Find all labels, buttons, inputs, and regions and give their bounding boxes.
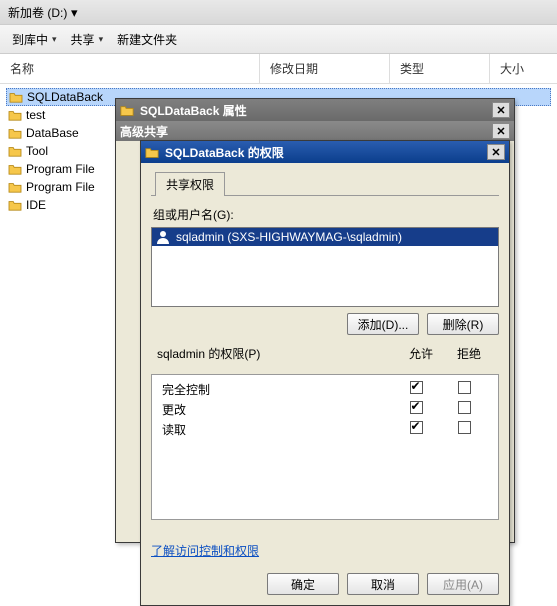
cancel-button[interactable]: 取消 [347, 573, 419, 595]
permissions-titlebar: SQLDataBack 的权限 ✕ [141, 141, 509, 163]
explorer-toolbar: 到库中 共享 新建文件夹 [0, 24, 557, 54]
file-name: Program File [26, 162, 95, 176]
tab-row: 共享权限 [151, 171, 499, 196]
col-type[interactable]: 类型 [390, 54, 490, 83]
learn-link[interactable]: 了解访问控制和权限 [151, 542, 259, 559]
close-icon[interactable]: ✕ [492, 102, 510, 118]
folder-icon [8, 163, 22, 175]
deny-checkbox[interactable] [458, 381, 471, 394]
folder-icon [8, 181, 22, 193]
deny-checkbox[interactable] [458, 421, 471, 434]
add-button[interactable]: 添加(D)... [347, 313, 419, 335]
explorer-title: 新加卷 (D:) ▾ [0, 0, 557, 24]
share-button[interactable]: 共享 [67, 29, 108, 50]
users-listbox[interactable]: sqladmin (SXS-HIGHWAYMAG-\sqladmin) [151, 227, 499, 307]
close-icon[interactable]: ✕ [487, 144, 505, 160]
permissions-dialog: SQLDataBack 的权限 ✕ 共享权限 组或用户名(G): sqladmi… [140, 140, 510, 606]
group-users-label: 组或用户名(G): [153, 206, 499, 223]
deny-header: 拒绝 [445, 345, 493, 362]
deny-checkbox[interactable] [458, 401, 471, 414]
properties-title: SQLDataBack 属性 [140, 102, 486, 119]
column-headers: 名称 修改日期 类型 大小 [0, 54, 557, 84]
allow-header: 允许 [397, 345, 445, 362]
include-in-library-button[interactable]: 到库中 [8, 29, 61, 50]
file-name: Tool [26, 144, 48, 158]
permission-label: 完全控制 [162, 381, 392, 398]
file-name: test [26, 108, 45, 122]
permission-label: 读取 [162, 421, 392, 438]
allow-checkbox[interactable] [410, 421, 423, 434]
permissions-for-label: sqladmin 的权限(P) [157, 345, 397, 362]
folder-icon [9, 91, 23, 103]
folder-icon [120, 104, 134, 116]
allow-checkbox[interactable] [410, 401, 423, 414]
allow-checkbox[interactable] [410, 381, 423, 394]
folder-icon [8, 145, 22, 157]
folder-icon [8, 109, 22, 121]
close-icon[interactable]: ✕ [492, 123, 510, 139]
col-size[interactable]: 大小 [490, 54, 557, 83]
file-name: SQLDataBack [27, 90, 103, 104]
new-folder-button[interactable]: 新建文件夹 [113, 29, 181, 50]
advanced-share-titlebar: 高级共享 ✕ [116, 121, 514, 141]
folder-icon [8, 199, 22, 211]
permissions-list: 完全控制更改读取 [152, 375, 498, 449]
remove-button[interactable]: 删除(R) [427, 313, 499, 335]
folder-icon [145, 146, 159, 158]
folder-icon [8, 127, 22, 139]
properties-titlebar: SQLDataBack 属性 ✕ [116, 99, 514, 121]
file-name: IDE [26, 198, 46, 212]
col-modified[interactable]: 修改日期 [260, 54, 390, 83]
permissions-title: SQLDataBack 的权限 [165, 144, 481, 161]
permission-row: 更改 [162, 399, 488, 419]
drive-label: 新加卷 (D:) [8, 6, 67, 20]
col-name[interactable]: 名称 [0, 54, 260, 83]
file-name: DataBase [26, 126, 79, 140]
permission-row: 读取 [162, 419, 488, 439]
permission-label: 更改 [162, 401, 392, 418]
user-item[interactable]: sqladmin (SXS-HIGHWAYMAG-\sqladmin) [152, 228, 498, 246]
user-icon [156, 230, 170, 244]
file-name: Program File [26, 180, 95, 194]
tab-share-permissions[interactable]: 共享权限 [155, 172, 225, 196]
user-name: sqladmin (SXS-HIGHWAYMAG-\sqladmin) [176, 230, 402, 244]
advanced-share-title: 高级共享 [120, 123, 486, 140]
apply-button[interactable]: 应用(A) [427, 573, 499, 595]
permission-row: 完全控制 [162, 379, 488, 399]
ok-button[interactable]: 确定 [267, 573, 339, 595]
